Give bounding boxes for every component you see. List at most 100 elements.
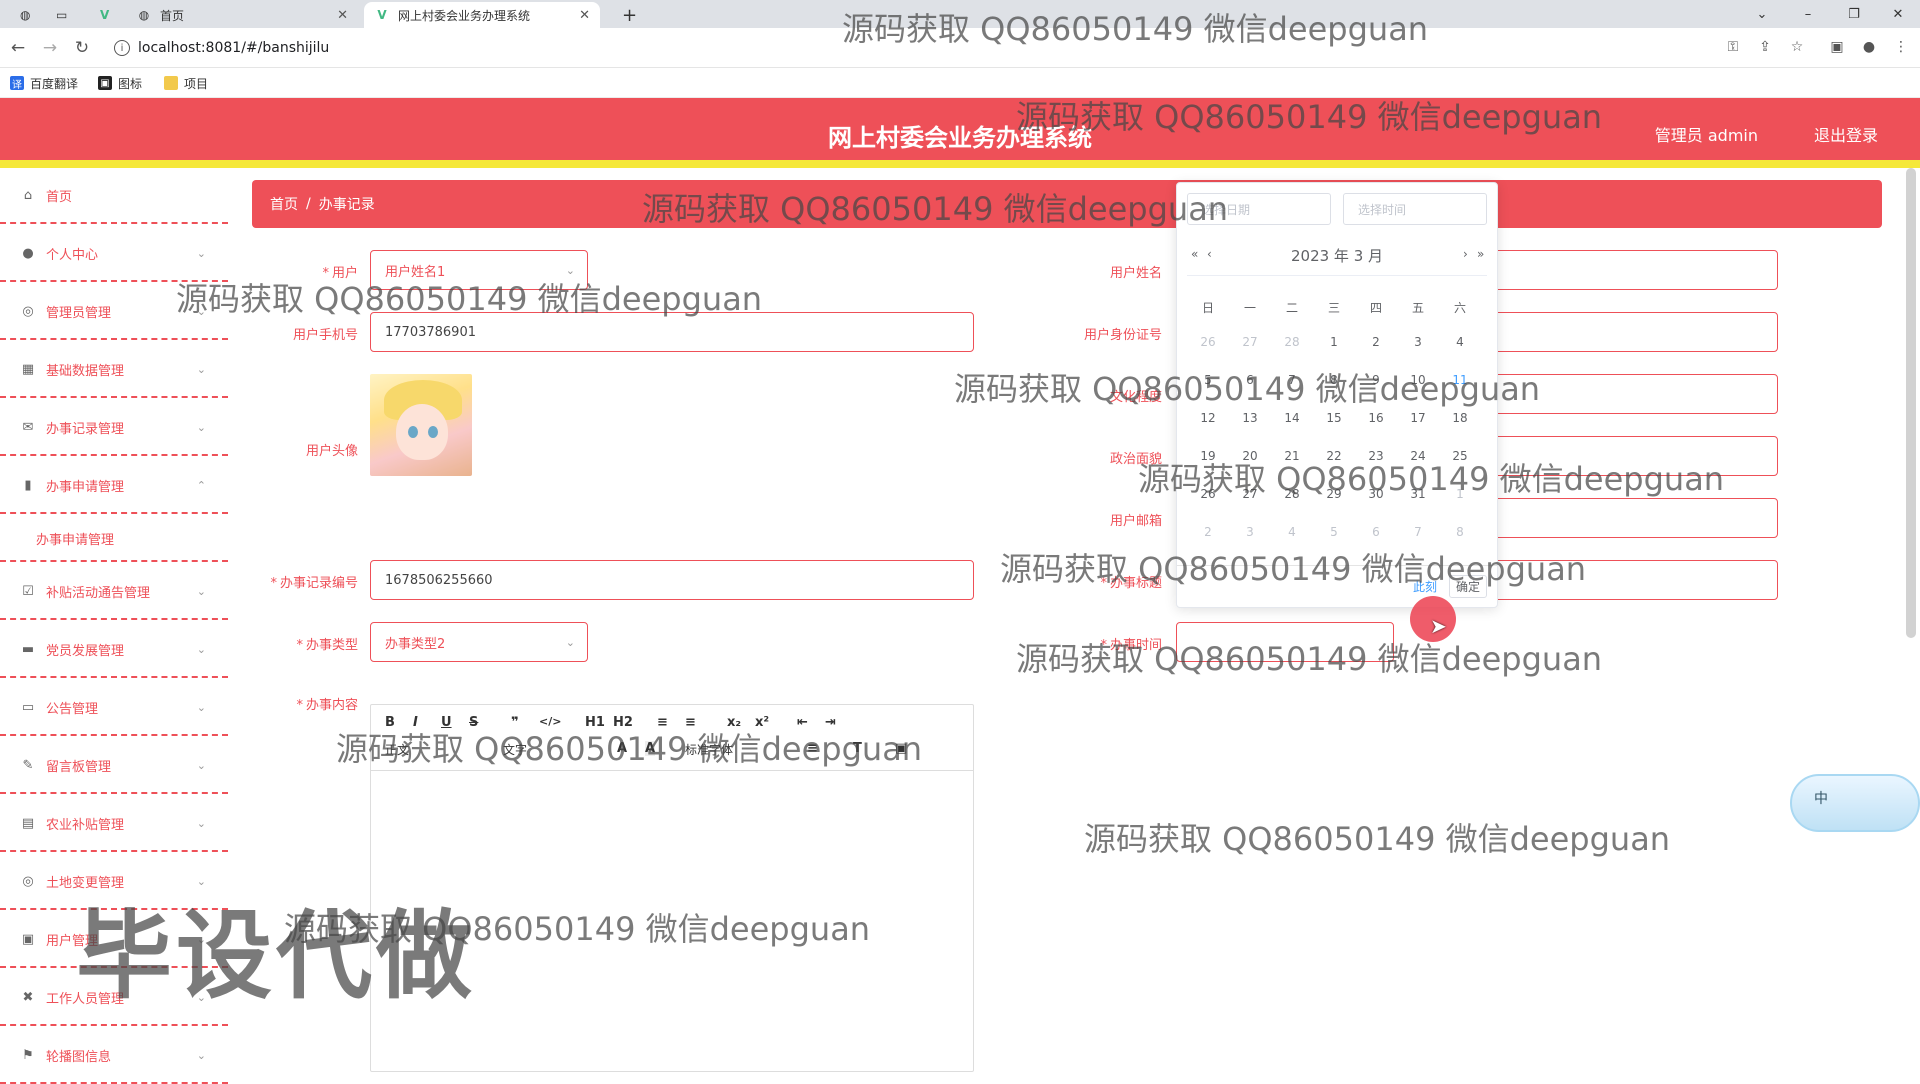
- folder-icon: [164, 76, 178, 90]
- phone-label: 用户手机号: [292, 328, 358, 343]
- sidebar-item-home[interactable]: ⌂ 首页: [0, 168, 228, 224]
- tab-label: 网上村委会业务办理系统: [398, 8, 531, 23]
- avatar[interactable]: [370, 374, 472, 476]
- sidebar-item-carousel[interactable]: ⚑ 轮播图信息 ⌄: [0, 1028, 228, 1084]
- calendar-day[interactable]: 7: [1397, 525, 1439, 539]
- new-tab-button[interactable]: +: [612, 2, 638, 28]
- translate-icon: 译: [10, 76, 24, 91]
- info-icon[interactable]: i: [114, 40, 130, 56]
- breadcrumb-home[interactable]: 首页: [270, 194, 298, 214]
- calendar-day[interactable]: 8: [1439, 525, 1481, 539]
- calendar-day[interactable]: 15: [1313, 411, 1355, 425]
- calendar-day[interactable]: 2: [1187, 525, 1229, 539]
- close-window-button[interactable]: ✕: [1876, 0, 1920, 28]
- calendar-day[interactable]: 6: [1355, 525, 1397, 539]
- bookmark-item[interactable]: 译百度翻译: [10, 74, 78, 92]
- close-icon[interactable]: ✕: [337, 8, 348, 23]
- sidebar-item-label: 补贴活动通告管理: [46, 585, 151, 601]
- tab-search-chevron-icon[interactable]: ⌄: [1740, 0, 1784, 28]
- required-mark: *: [270, 576, 277, 591]
- ime-widget[interactable]: 中: [1790, 774, 1920, 832]
- record-no-label: * 办事记录编号: [248, 572, 358, 591]
- calendar-day[interactable]: 17: [1397, 411, 1439, 425]
- reload-button[interactable]: ↻: [70, 36, 94, 60]
- sidebar-item-basic-data[interactable]: ▦ 基础数据管理 ⌄: [0, 342, 228, 398]
- bookmark-item[interactable]: ▣ 图标: [98, 74, 142, 92]
- calendar-day[interactable]: 1: [1313, 335, 1355, 349]
- logout-button[interactable]: 退出登录: [1814, 122, 1878, 146]
- sidebar-subitem-applications[interactable]: 办事申请管理: [0, 516, 228, 562]
- ime-label: 中: [1814, 791, 1828, 807]
- calendar-day[interactable]: 12: [1187, 411, 1229, 425]
- tab-home[interactable]: ◍ 首页 ✕: [126, 2, 358, 28]
- watermark: 源码获取 QQ86050149 微信deepguan: [1016, 640, 1603, 678]
- required-mark: *: [296, 698, 303, 713]
- next-year-icon[interactable]: »: [1477, 247, 1484, 261]
- sidebar-item-party-members[interactable]: ▬ 党员发展管理 ⌄: [0, 622, 228, 678]
- weekday-label: 五: [1411, 301, 1424, 315]
- sidepanel-icon[interactable]: ▣: [1826, 36, 1848, 58]
- sidebar-item-subsidy-notices[interactable]: ☑ 补贴活动通告管理 ⌄: [0, 564, 228, 620]
- calendar-day[interactable]: 28: [1271, 335, 1313, 349]
- page-scrollbar[interactable]: [1906, 168, 1916, 638]
- watermark-big: 毕设代做: [76, 900, 476, 1012]
- next-month-icon[interactable]: ›: [1463, 247, 1468, 261]
- tab-blank[interactable]: ▭: [46, 2, 72, 28]
- sidebar-item-records[interactable]: ✉ 办事记录管理 ⌄: [0, 400, 228, 456]
- close-icon[interactable]: ✕: [579, 8, 590, 23]
- star-icon[interactable]: ☆: [1786, 36, 1808, 58]
- calendar-day[interactable]: 2: [1355, 335, 1397, 349]
- type-label: * 办事类型: [248, 634, 358, 653]
- restore-button[interactable]: ❐: [1832, 0, 1876, 28]
- back-button[interactable]: ←: [6, 36, 30, 60]
- calendar-day[interactable]: 4: [1271, 525, 1313, 539]
- type-select[interactable]: 办事类型2 ⌄: [370, 622, 588, 662]
- header-accent-bar: [0, 160, 1920, 168]
- required-mark: *: [296, 638, 303, 653]
- share-icon[interactable]: ⇪: [1754, 36, 1776, 58]
- chevron-down-icon: ⌄: [196, 1048, 206, 1062]
- current-user: 管理员 admin: [1654, 126, 1758, 145]
- id-card-label: 用户身份证号: [1083, 328, 1162, 343]
- watermark: 源码获取 QQ86050149 微信deepguan: [176, 280, 763, 318]
- land-icon: ◎: [22, 873, 34, 889]
- sidebar-item-messages[interactable]: ✎ 留言板管理 ⌄: [0, 738, 228, 794]
- sidebar-item-label: 办事记录管理: [46, 421, 125, 437]
- sidebar-item-applications[interactable]: ▮ 办事申请管理 ⌃: [0, 458, 228, 514]
- sidebar-item-announcements[interactable]: ▭ 公告管理 ⌄: [0, 680, 228, 736]
- calendar-day[interactable]: 18: [1439, 411, 1481, 425]
- label-text: 办事记录编号: [279, 576, 358, 591]
- flag-icon: ⚑: [22, 1047, 34, 1063]
- calendar-day[interactable]: 14: [1271, 411, 1313, 425]
- bookmarks-bar: 译百度翻译 ▣ 图标 项目: [0, 68, 1920, 98]
- profile-icon[interactable]: ●: [1858, 36, 1880, 58]
- key-icon[interactable]: ⚿: [1722, 36, 1744, 58]
- calendar-day[interactable]: 4: [1439, 335, 1481, 349]
- tab-vue[interactable]: V: [90, 2, 116, 28]
- calendar-day[interactable]: 3: [1229, 525, 1271, 539]
- globe-icon: ◍: [20, 8, 31, 22]
- record-no-field[interactable]: 1678506255660: [370, 560, 974, 600]
- tab-search-icon[interactable]: ◍: [10, 2, 36, 28]
- calendar-day[interactable]: 16: [1355, 411, 1397, 425]
- forward-button[interactable]: →: [38, 36, 62, 60]
- chevron-down-icon: ⌄: [196, 700, 206, 714]
- sidebar-item-agri-subsidy[interactable]: ▤ 农业补贴管理 ⌄: [0, 796, 228, 852]
- chevron-down-icon: ⌄: [196, 584, 206, 598]
- avatar-eye: [408, 426, 418, 438]
- sidebar-item-label: 轮播图信息: [46, 1049, 112, 1065]
- picker-time-input[interactable]: 选择时间: [1343, 193, 1487, 225]
- calendar-day[interactable]: 5: [1313, 525, 1355, 539]
- grid-icon: ▦: [21, 361, 35, 377]
- bookmark-item[interactable]: 项目: [164, 74, 208, 92]
- calendar-day[interactable]: 3: [1397, 335, 1439, 349]
- globe-icon: ◍: [138, 8, 150, 22]
- app-title: 网上村委会业务办理系统: [828, 124, 1092, 152]
- calendar-day[interactable]: 27: [1229, 335, 1271, 349]
- tab-system[interactable]: V 网上村委会业务办理系统 ✕: [364, 2, 600, 28]
- minimize-button[interactable]: –: [1786, 0, 1830, 28]
- calendar-day[interactable]: 26: [1187, 335, 1229, 349]
- calendar-day[interactable]: 13: [1229, 411, 1271, 425]
- menu-icon[interactable]: ⋮: [1890, 36, 1912, 58]
- apply-icon: ▮: [24, 477, 32, 493]
